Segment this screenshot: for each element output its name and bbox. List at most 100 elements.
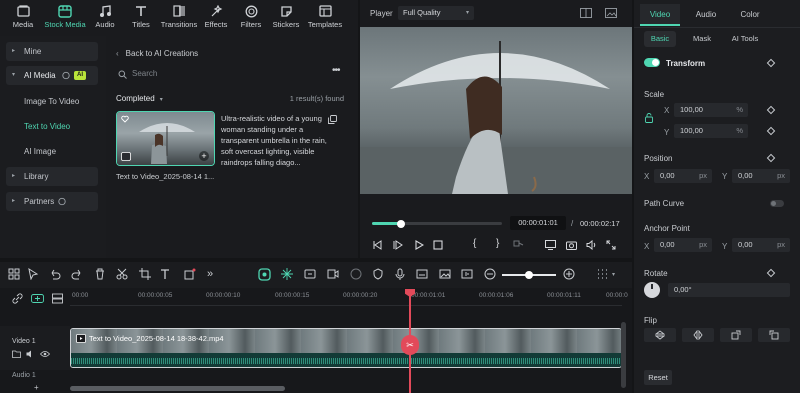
multicam-icon[interactable] — [327, 268, 341, 282]
flip-vertical-button[interactable] — [644, 328, 676, 342]
microphone-icon[interactable] — [394, 268, 408, 282]
tab-media[interactable]: Media — [6, 2, 40, 34]
help-icon[interactable] — [62, 66, 70, 85]
vertical-scrollbar[interactable] — [621, 322, 626, 388]
sidebar-item-ai-media[interactable]: ▾ AI Media AI — [6, 66, 98, 85]
fullscreen-icon[interactable] — [606, 240, 616, 250]
zoom-in-icon[interactable] — [563, 268, 577, 282]
tab-filters[interactable]: Filters — [234, 2, 268, 34]
tab-stock-media[interactable]: Stock Media — [44, 2, 86, 34]
compare-icon[interactable] — [580, 8, 592, 18]
tab-audio[interactable]: Audio — [686, 4, 726, 26]
playback-progress-track[interactable] — [372, 219, 502, 228]
redo-icon[interactable] — [71, 268, 85, 282]
media-thumbnail[interactable]: + — [116, 111, 215, 166]
grid-dots-icon[interactable] — [596, 268, 610, 282]
shield-icon[interactable] — [372, 268, 386, 282]
keyframe-icon[interactable] — [766, 268, 776, 278]
video-clip[interactable]: Text to Video_2025-08-14 18-38-42.mp4 — [70, 328, 622, 368]
chevron-down-icon[interactable]: ▾ — [612, 271, 626, 285]
tab-video[interactable]: Video — [640, 4, 680, 26]
shape-tool-icon[interactable] — [184, 268, 198, 282]
rotate-counterclockwise-button[interactable] — [758, 328, 790, 342]
add-to-timeline-icon[interactable]: + — [199, 151, 209, 161]
help-icon[interactable] — [58, 192, 66, 211]
ai-magic-icon[interactable] — [258, 268, 272, 282]
record-icon[interactable] — [350, 268, 364, 282]
reset-button[interactable]: Reset — [644, 370, 672, 385]
more-options-icon[interactable]: ••• — [332, 65, 340, 76]
tab-stickers[interactable]: Stickers — [269, 2, 303, 34]
position-x-input[interactable]: 0,00 px — [654, 169, 712, 183]
current-time-field[interactable]: 00:00:01:01 — [510, 216, 566, 230]
split-scissors-icon[interactable]: ✂ — [401, 335, 419, 355]
tab-transitions[interactable]: Transitions — [161, 2, 197, 34]
lock-icon[interactable] — [645, 113, 653, 123]
rotate-dial[interactable] — [644, 282, 660, 298]
timeline-ruler[interactable]: 00:00 00:00:00:05 00:00:00:10 00:00:00:1… — [70, 288, 628, 306]
snap-icon[interactable] — [281, 268, 295, 282]
video-preview[interactable] — [360, 27, 632, 194]
image-insert-icon[interactable] — [439, 268, 453, 282]
auto-highlight-icon[interactable] — [304, 268, 318, 282]
add-track-icon[interactable] — [31, 293, 44, 304]
play-back-icon[interactable] — [393, 240, 403, 250]
play-icon[interactable] — [414, 240, 424, 250]
snapshot-image-icon[interactable] — [605, 8, 617, 18]
copy-icon[interactable] — [328, 115, 337, 124]
subtab-basic[interactable]: Basic — [644, 31, 676, 47]
keyframe-icon[interactable] — [766, 58, 776, 68]
transform-toggle[interactable] — [644, 58, 660, 67]
text-tool-icon[interactable] — [160, 268, 174, 282]
marker-icon[interactable] — [513, 240, 525, 250]
undo-icon[interactable] — [49, 268, 63, 282]
rotate-clockwise-button[interactable] — [720, 328, 752, 342]
audio-ducking-icon[interactable] — [461, 268, 475, 282]
previous-frame-icon[interactable] — [372, 240, 382, 250]
sidebar-item-mine[interactable]: ▸ Mine — [6, 42, 98, 61]
grid-icon[interactable] — [8, 268, 22, 282]
scale-x-input[interactable]: 100,00% — [674, 103, 748, 117]
zoom-out-icon[interactable] — [484, 268, 498, 282]
delete-icon[interactable] — [94, 268, 108, 282]
link-icon[interactable] — [12, 293, 23, 304]
subtab-mask[interactable]: Mask — [686, 31, 718, 47]
sidebar-item-library[interactable]: ▸ Library — [6, 167, 98, 186]
subtitle-icon[interactable] — [416, 268, 430, 282]
playback-scrubber-handle[interactable] — [396, 219, 405, 228]
keyframe-icon[interactable] — [766, 105, 776, 115]
folder-icon[interactable] — [12, 350, 21, 358]
mute-icon[interactable] — [26, 350, 35, 358]
path-curve-toggle[interactable] — [770, 200, 784, 207]
horizontal-scrollbar[interactable] — [70, 386, 285, 391]
sidebar-item-partners[interactable]: ▸ Partners — [6, 192, 98, 211]
sidebar-item-text-to-video[interactable]: Text to Video — [6, 117, 98, 136]
tab-audio[interactable]: Audio — [88, 2, 122, 34]
sidebar-item-ai-image[interactable]: AI Image — [6, 142, 98, 161]
mark-in-icon[interactable]: { — [473, 238, 476, 249]
sidebar-item-image-to-video[interactable]: Image To Video — [6, 92, 98, 111]
stop-icon[interactable] — [433, 240, 443, 250]
anchor-x-input[interactable]: 0,00 px — [654, 238, 712, 252]
tab-templates[interactable]: Templates — [305, 2, 345, 34]
status-filter-dropdown[interactable]: Completed ▾ — [116, 94, 163, 103]
keyframe-icon[interactable] — [766, 126, 776, 136]
track-manager-icon[interactable] — [52, 293, 63, 304]
quality-select[interactable]: Full Quality ▾ — [398, 6, 474, 20]
tab-color[interactable]: Color — [730, 4, 770, 26]
keyframe-icon[interactable] — [766, 153, 776, 163]
split-scissors-icon[interactable] — [116, 268, 130, 282]
visibility-eye-icon[interactable] — [40, 350, 50, 358]
mark-out-icon[interactable]: } — [496, 238, 499, 249]
crop-icon[interactable] — [139, 268, 153, 282]
volume-icon[interactable] — [586, 240, 597, 250]
zoom-slider-handle[interactable] — [525, 271, 533, 279]
subtab-ai-tools[interactable]: AI Tools — [726, 31, 764, 47]
select-cursor-icon[interactable] — [27, 268, 41, 282]
search-input[interactable]: Search ••• — [116, 65, 344, 82]
add-audio-icon[interactable]: + — [34, 383, 39, 392]
position-y-input[interactable]: 0,00 px — [732, 169, 790, 183]
flip-horizontal-button[interactable] — [682, 328, 714, 342]
scale-y-input[interactable]: 100,00% — [674, 124, 748, 138]
more-tools-icon[interactable]: » — [207, 268, 221, 282]
